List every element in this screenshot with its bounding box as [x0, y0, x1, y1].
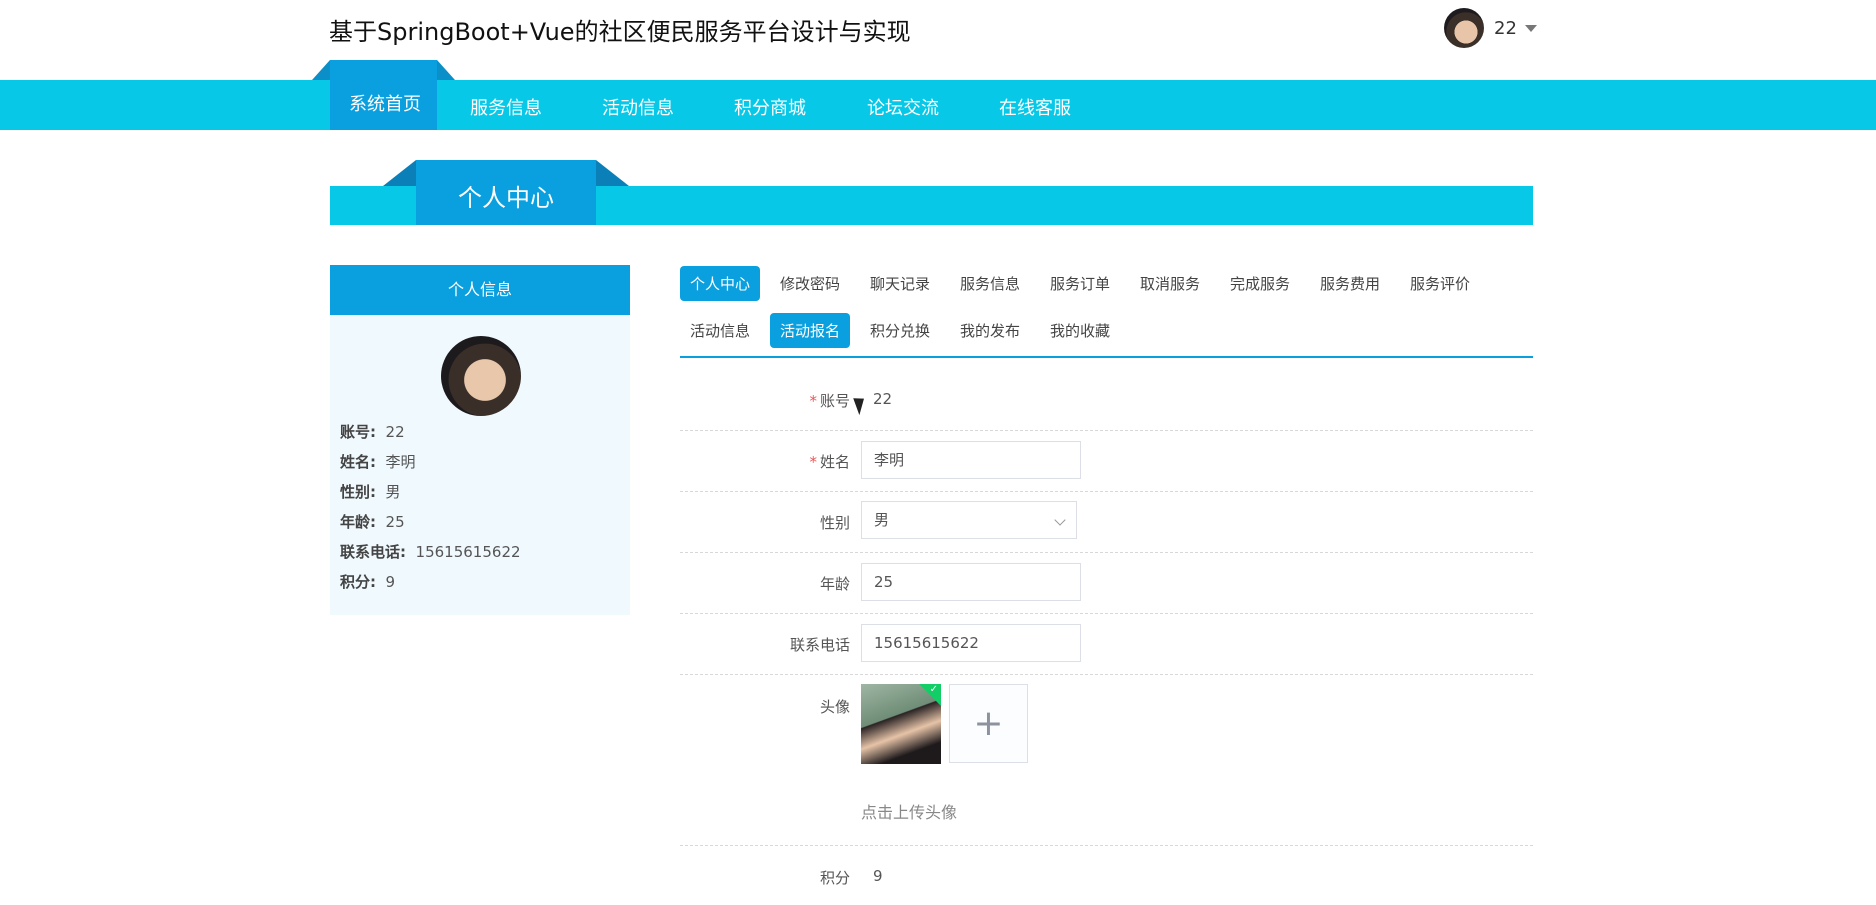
name-label: * 姓名 [809, 453, 850, 471]
profile-avatar [441, 336, 521, 416]
nav-activity-info[interactable]: 活动信息 [602, 94, 674, 120]
tabs-underline [680, 356, 1533, 358]
sidebar-row-gender: 性别: 男 [340, 483, 401, 501]
points-label: 积分 [819, 869, 850, 887]
sidebar-row-points: 积分: 9 [340, 573, 396, 591]
check-icon: ✓ [929, 684, 938, 695]
caret-down-icon [1524, 24, 1537, 32]
name-input[interactable]: 李明 [861, 441, 1081, 479]
profile-sidebar: 个人信息 账号: 22 姓名: 李明 性别: 男 年龄: 25 联系电话: 15… [330, 265, 630, 615]
tab-points-exchange[interactable]: 积分兑换 [860, 313, 940, 348]
account-value: 22 [873, 390, 893, 408]
account-label: * 账号 [809, 392, 850, 410]
form-row-phone: 联系电话 15615615622 [680, 613, 1533, 675]
form-row-gender: 性别 男 [680, 491, 1533, 553]
tab-service-info[interactable]: 服务信息 [950, 266, 1030, 301]
gender-select[interactable]: 男 [861, 501, 1077, 539]
tab-my-favorites[interactable]: 我的收藏 [1040, 313, 1120, 348]
upload-add-button[interactable]: + [949, 684, 1028, 763]
tab-my-posts[interactable]: 我的发布 [950, 313, 1030, 348]
section-title: 个人中心 [458, 184, 554, 212]
tab-personal-center[interactable]: 个人中心 [680, 266, 761, 301]
sidebar-title: 个人信息 [330, 265, 630, 315]
sidebar-row-account: 账号: 22 [340, 423, 405, 441]
gender-label: 性别 [819, 514, 850, 532]
tab-activity-info[interactable]: 活动信息 [680, 313, 760, 348]
form-row-avatar: 头像 ✓ + 点击上传头像 [680, 674, 1533, 846]
tab-service-orders[interactable]: 服务订单 [1040, 266, 1120, 301]
phone-input[interactable]: 15615615622 [861, 624, 1081, 662]
sidebar-row-name: 姓名: 李明 [340, 453, 416, 471]
phone-label: 联系电话 [789, 636, 850, 654]
tab-activity-signup[interactable]: 活动报名 [770, 313, 851, 348]
tab-cancel-service[interactable]: 取消服务 [1130, 266, 1210, 301]
form-row-points: 积分 9 [680, 845, 1533, 905]
nav-home[interactable]: 系统首页 [349, 90, 421, 116]
age-input[interactable]: 25 [861, 563, 1081, 601]
upload-tip: 点击上传头像 [861, 803, 958, 822]
points-value: 9 [873, 867, 883, 885]
form-row-name: * 姓名 李明 [680, 430, 1533, 492]
sidebar-row-age: 年龄: 25 [340, 513, 405, 531]
nav-points-mall[interactable]: 积分商城 [734, 94, 806, 120]
user-avatar [1444, 8, 1484, 48]
tab-complete-service[interactable]: 完成服务 [1220, 266, 1300, 301]
form-row-account: * 账号 22 [680, 370, 1533, 431]
sidebar-row-phone: 联系电话: 15615615622 [340, 543, 521, 561]
age-label: 年龄 [819, 575, 850, 593]
user-menu[interactable]: 22 [1444, 8, 1537, 48]
avatar-thumbnail[interactable]: ✓ [861, 684, 941, 764]
nav-forum[interactable]: 论坛交流 [867, 94, 939, 120]
form-row-age: 年龄 25 [680, 552, 1533, 614]
chevron-down-icon [1054, 514, 1066, 526]
tab-service-reviews[interactable]: 服务评价 [1400, 266, 1480, 301]
tab-change-password[interactable]: 修改密码 [770, 266, 850, 301]
tab-service-fees[interactable]: 服务费用 [1310, 266, 1390, 301]
app-title: 基于SpringBoot+Vue的社区便民服务平台设计与实现 [329, 18, 911, 46]
nav-online-service[interactable]: 在线客服 [999, 94, 1071, 120]
user-name: 22 [1494, 17, 1517, 39]
nav-service-info[interactable]: 服务信息 [470, 94, 542, 120]
tab-chat-history[interactable]: 聊天记录 [860, 266, 940, 301]
plus-icon: + [973, 703, 1004, 744]
avatar-label: 头像 [819, 698, 850, 716]
